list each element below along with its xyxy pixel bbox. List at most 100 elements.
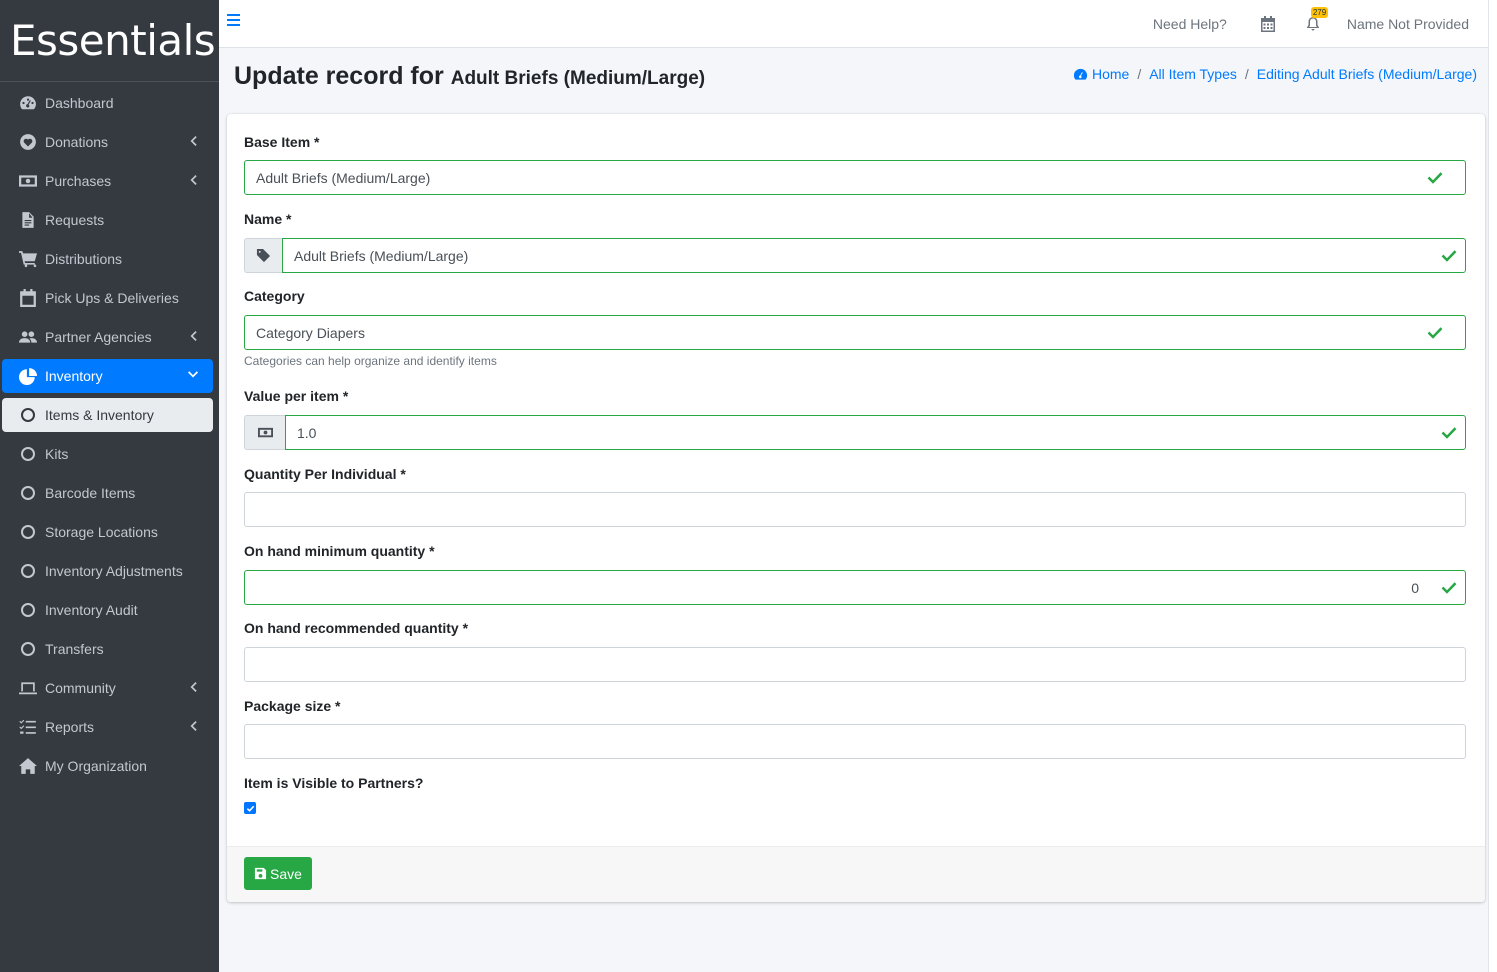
chevron-left-icon	[187, 719, 199, 733]
top-navbar: Need Help? 279 Name Not Provided	[219, 0, 1497, 48]
circle-icon	[18, 522, 38, 542]
notification-badge: 279	[1310, 7, 1329, 18]
sidebar-item-label: Purchases	[45, 173, 112, 189]
sidebar-item-donations[interactable]: Donations	[2, 125, 213, 159]
chevron-left-icon	[187, 329, 199, 343]
sidebar-item-transfers[interactable]: Transfers	[2, 632, 213, 666]
sidebar-item-requests[interactable]: Requests	[2, 203, 213, 237]
breadcrumb-current[interactable]: Editing Adult Briefs (Medium/Large)	[1257, 66, 1477, 82]
sidebar-item-dashboard[interactable]: Dashboard	[2, 86, 213, 120]
sidebar-item-label: Pick Ups & Deliveries	[45, 290, 179, 306]
calendar-icon[interactable]	[1260, 16, 1275, 32]
valid-check-icon	[1441, 582, 1457, 594]
circle-icon	[18, 639, 38, 659]
sidebar-item-items-inventory[interactable]: Items & Inventory	[2, 398, 213, 432]
circle-icon	[18, 483, 38, 503]
notifications-button[interactable]: 279	[1305, 7, 1329, 32]
heart-circle-icon	[18, 132, 38, 152]
file-icon	[18, 210, 38, 230]
sidebar-item-label: Community	[45, 680, 116, 696]
dashboard-icon	[18, 93, 38, 113]
sidebar-item-inventory-adjustments[interactable]: Inventory Adjustments	[2, 554, 213, 588]
category-label: Category	[244, 288, 305, 304]
money-bill-icon	[18, 171, 38, 191]
base-item-label: Base Item *	[244, 134, 320, 150]
visible-to-partners-checkbox[interactable]	[244, 802, 256, 814]
sidebar-item-kits[interactable]: Kits	[2, 437, 213, 471]
circle-icon	[18, 444, 38, 464]
circle-icon	[18, 405, 38, 425]
category-hint: Categories can help organize and identif…	[244, 354, 497, 368]
users-icon	[18, 327, 38, 347]
sidebar-nav: Dashboard Donations Purchases Requests D…	[0, 82, 219, 783]
home-icon	[18, 756, 38, 776]
calendar-icon	[18, 288, 38, 308]
name-label: Name *	[244, 211, 292, 227]
brand-text: Essentials	[10, 16, 216, 65]
sidebar-item-pickups[interactable]: Pick Ups & Deliveries	[2, 281, 213, 315]
on-hand-minimum-field[interactable]: 0	[244, 570, 1466, 605]
value-per-item-field[interactable]: 1.0	[285, 415, 1466, 450]
sidebar: Essentials Dashboard Donations Purchases…	[0, 0, 219, 972]
money-bill-icon	[244, 415, 285, 450]
package-size-field[interactable]	[244, 724, 1466, 759]
sidebar-item-storage-locations[interactable]: Storage Locations	[2, 515, 213, 549]
chevron-left-icon	[187, 173, 199, 187]
breadcrumb-home[interactable]: Home	[1092, 66, 1129, 82]
breadcrumb-separator: /	[1137, 66, 1142, 82]
on-hand-recommended-field[interactable]	[244, 647, 1466, 682]
quantity-per-individual-label: Quantity Per Individual *	[244, 466, 406, 482]
sidebar-item-label: Kits	[45, 446, 69, 462]
tag-icon	[244, 238, 282, 273]
sidebar-item-distributions[interactable]: Distributions	[2, 242, 213, 276]
breadcrumb-all-item-types[interactable]: All Item Types	[1149, 66, 1237, 82]
checkmark-icon	[246, 805, 254, 812]
valid-check-icon	[1427, 327, 1443, 339]
sidebar-item-partner-agencies[interactable]: Partner Agencies	[2, 320, 213, 354]
user-menu[interactable]: Name Not Provided	[1347, 16, 1469, 32]
brand-logo[interactable]: Essentials	[0, 0, 219, 82]
topbar-right: Need Help? 279 Name Not Provided	[1153, 0, 1469, 48]
value-per-item-label: Value per item *	[244, 388, 349, 404]
name-field[interactable]: Adult Briefs (Medium/Large)	[282, 238, 1466, 273]
valid-check-icon	[1441, 427, 1457, 439]
on-hand-recommended-label: On hand recommended quantity *	[244, 620, 469, 636]
sidebar-item-label: Transfers	[45, 641, 104, 657]
menu-toggle-icon[interactable]	[227, 13, 241, 27]
sidebar-item-label: Donations	[45, 134, 109, 150]
sidebar-item-purchases[interactable]: Purchases	[2, 164, 213, 198]
sidebar-item-label: Dashboard	[45, 95, 114, 111]
category-select[interactable]: Category Diapers	[244, 315, 1466, 350]
sidebar-item-inventory-audit[interactable]: Inventory Audit	[2, 593, 213, 627]
sidebar-item-community[interactable]: Community	[2, 671, 213, 705]
sidebar-item-barcode-items[interactable]: Barcode Items	[2, 476, 213, 510]
scroll-edge	[1488, 0, 1497, 972]
bell-icon	[1306, 17, 1319, 31]
sidebar-item-inventory[interactable]: Inventory	[2, 359, 213, 393]
sidebar-item-label: Items & Inventory	[45, 407, 154, 423]
help-link[interactable]: Need Help?	[1153, 16, 1227, 32]
value-per-item-group: 1.0	[244, 415, 1466, 450]
circle-icon	[18, 561, 38, 581]
save-button[interactable]: Save	[244, 857, 312, 890]
chevron-left-icon	[187, 680, 199, 694]
sidebar-item-label: Inventory Audit	[45, 602, 138, 618]
on-hand-minimum-label: On hand minimum quantity *	[244, 543, 435, 559]
breadcrumb-separator: /	[1244, 66, 1249, 82]
list-check-icon	[18, 717, 38, 737]
quantity-per-individual-field[interactable]	[244, 492, 1466, 527]
page-subtitle: Adult Briefs (Medium/Large)	[450, 68, 706, 89]
circle-icon	[18, 600, 38, 620]
cart-icon	[18, 249, 38, 269]
sidebar-item-label: Inventory	[45, 368, 103, 384]
visible-to-partners-label: Item is Visible to Partners?	[244, 775, 424, 791]
sidebar-item-my-organization[interactable]: My Organization	[2, 749, 213, 783]
valid-check-icon	[1427, 172, 1443, 184]
sidebar-item-label: My Organization	[45, 758, 147, 774]
package-size-label: Package size *	[244, 698, 341, 714]
base-item-select[interactable]: Adult Briefs (Medium/Large)	[244, 160, 1466, 195]
dashboard-icon	[1073, 68, 1088, 80]
chevron-down-icon	[187, 368, 199, 382]
sidebar-item-label: Reports	[45, 719, 95, 735]
sidebar-item-reports[interactable]: Reports	[2, 710, 213, 744]
